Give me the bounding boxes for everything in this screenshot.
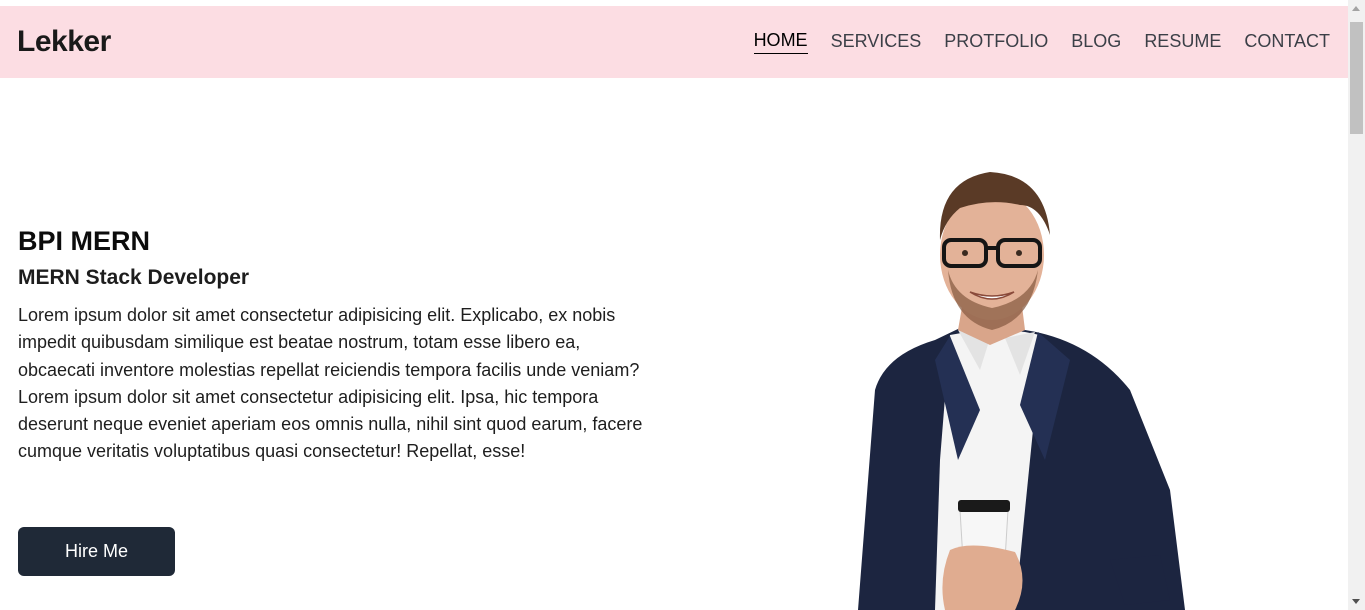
hero-section: BPI MERN MERN Stack Developer Lorem ipsu…	[18, 226, 648, 466]
hero-paragraph-1: Lorem ipsum dolor sit amet consectetur a…	[18, 305, 640, 380]
hire-me-button[interactable]: Hire Me	[18, 527, 175, 576]
portrait-image	[858, 172, 1185, 610]
logo[interactable]: Lekker	[17, 25, 111, 59]
main-nav: HOME SERVICES PROTFOLIO BLOG RESUME CONT…	[753, 30, 1330, 54]
nav-blog[interactable]: BLOG	[1071, 31, 1121, 54]
nav-portfolio[interactable]: PROTFOLIO	[944, 31, 1048, 54]
scroll-thumb[interactable]	[1350, 22, 1363, 134]
page-scrollbar[interactable]	[1348, 0, 1365, 610]
nav-resume[interactable]: RESUME	[1144, 31, 1221, 54]
hero-paragraph-2: Lorem ipsum dolor sit amet consectetur a…	[18, 386, 643, 462]
hero-role: MERN Stack Developer	[18, 266, 250, 289]
nav-home[interactable]: HOME	[753, 30, 808, 54]
hero-name: BPI MERN	[18, 226, 151, 256]
scroll-up-arrow-icon[interactable]	[1352, 6, 1360, 11]
navbar: Lekker HOME SERVICES PROTFOLIO BLOG RESU…	[0, 6, 1348, 78]
nav-contact[interactable]: CONTACT	[1244, 31, 1330, 54]
scroll-down-arrow-icon[interactable]	[1352, 599, 1360, 604]
nav-services[interactable]: SERVICES	[831, 31, 922, 54]
